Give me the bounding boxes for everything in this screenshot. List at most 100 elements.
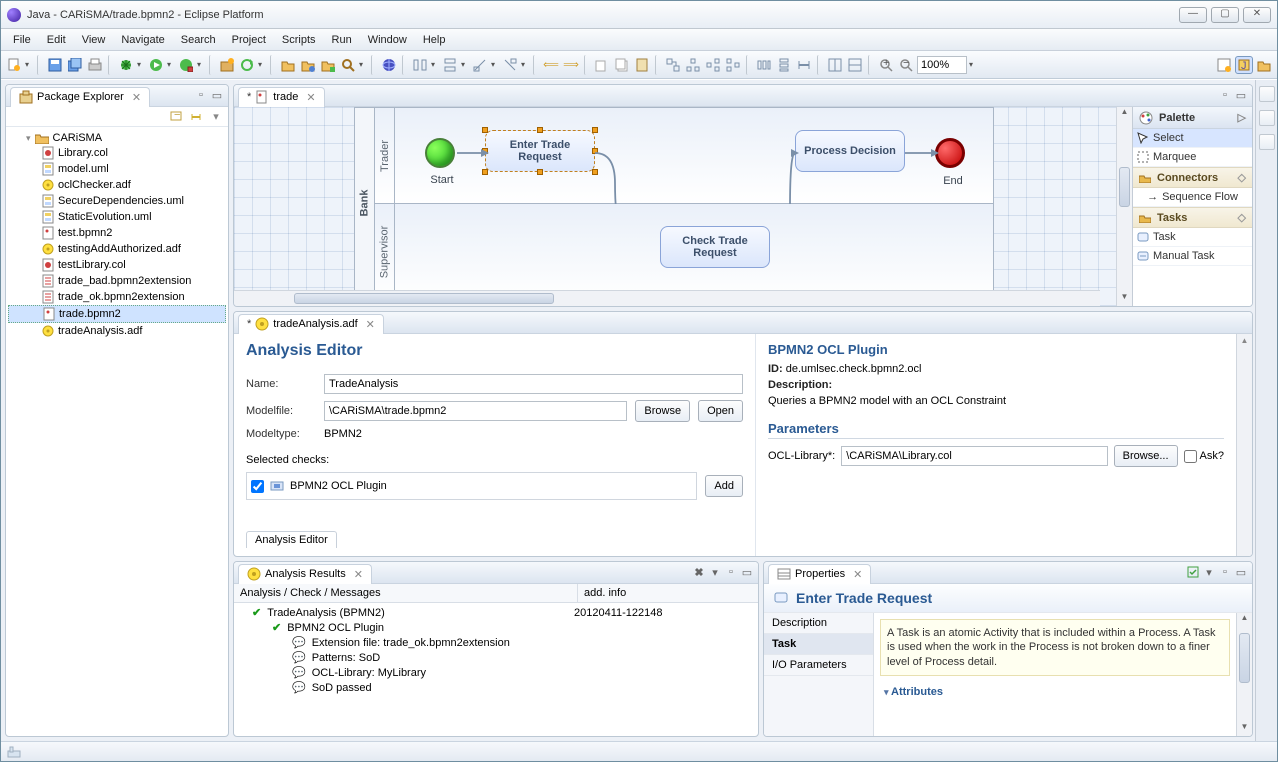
- link-editor-button[interactable]: [188, 109, 204, 125]
- analysis-results-tab[interactable]: Analysis Results ✕: [238, 564, 372, 584]
- layout-icon-4[interactable]: [724, 56, 742, 74]
- file-item[interactable]: Library.col: [8, 145, 226, 161]
- zoom-input[interactable]: [917, 56, 967, 74]
- editor-minimize[interactable]: ▫: [1218, 89, 1232, 103]
- task-process-decision[interactable]: Process Decision: [795, 130, 905, 172]
- layout-icon-1[interactable]: [664, 56, 682, 74]
- file-item[interactable]: trade.bpmn2: [8, 305, 226, 323]
- open-perspective-button[interactable]: [1215, 56, 1233, 74]
- ask-checkbox[interactable]: [1184, 450, 1197, 463]
- file-item[interactable]: test.bpmn2: [8, 225, 226, 241]
- props-tab-task[interactable]: Task: [764, 634, 873, 655]
- layout-icon-3[interactable]: [704, 56, 722, 74]
- menu-edit[interactable]: Edit: [39, 32, 74, 48]
- menu-scripts[interactable]: Scripts: [274, 32, 324, 48]
- properties-vscrollbar[interactable]: ▲▼: [1236, 613, 1252, 736]
- browse-ocl-button[interactable]: Browse...: [1114, 445, 1178, 467]
- file-item[interactable]: SecureDependencies.uml: [8, 193, 226, 209]
- grid-icon-1[interactable]: [826, 56, 844, 74]
- dist-icon-2[interactable]: [775, 56, 793, 74]
- menu-navigate[interactable]: Navigate: [113, 32, 172, 48]
- open-button[interactable]: Open: [698, 400, 743, 422]
- zoom-dropdown[interactable]: ▾: [969, 60, 977, 69]
- layout-icon-2[interactable]: [684, 56, 702, 74]
- props-tab-io[interactable]: I/O Parameters: [764, 655, 873, 676]
- palette-connectors-drawer[interactable]: Connectors ◇: [1133, 167, 1252, 188]
- diagram-vscrollbar[interactable]: ▲▼: [1116, 107, 1132, 306]
- trim-tasks-button[interactable]: [1259, 134, 1275, 150]
- browse-button[interactable]: Browse: [635, 400, 690, 422]
- project-node[interactable]: ▾ CARiSMA: [8, 131, 226, 145]
- props-tab-description[interactable]: Description: [764, 613, 873, 634]
- paste-2-button[interactable]: [633, 56, 651, 74]
- diagram-canvas[interactable]: Bank Trader Start Enter Trade Request: [234, 107, 1116, 306]
- new-package-button[interactable]: [218, 56, 236, 74]
- globe-icon[interactable]: [380, 56, 398, 74]
- run-last-button[interactable]: [177, 56, 195, 74]
- resource-perspective-button[interactable]: [1255, 56, 1273, 74]
- properties-attributes-section[interactable]: Attributes: [874, 682, 1236, 702]
- results-minimize[interactable]: ▫: [724, 566, 738, 580]
- dist-icon-1[interactable]: [755, 56, 773, 74]
- tab-close-icon[interactable]: ✕: [306, 91, 315, 104]
- menu-help[interactable]: Help: [415, 32, 454, 48]
- start-event[interactable]: Start: [425, 138, 455, 168]
- check-enabled-checkbox[interactable]: [251, 480, 264, 493]
- trim-restore-button[interactable]: [1259, 86, 1275, 102]
- diagram-hscrollbar[interactable]: [234, 290, 1100, 306]
- save-all-button[interactable]: [66, 56, 84, 74]
- props-link-button[interactable]: [1186, 566, 1200, 580]
- editor-tab-trade[interactable]: trade ✕: [238, 87, 325, 107]
- open-folder-1[interactable]: [279, 56, 297, 74]
- props-minimize[interactable]: ▫: [1218, 566, 1232, 580]
- palette-manual-task[interactable]: Manual Task: [1133, 247, 1252, 266]
- file-item[interactable]: trade_bad.bpmn2extension: [8, 273, 226, 289]
- view-maximize[interactable]: ▭: [210, 89, 224, 103]
- palette-task[interactable]: Task: [1133, 228, 1252, 247]
- java-perspective-button[interactable]: J: [1235, 56, 1253, 74]
- pool-bank[interactable]: Bank Trader Start Enter Trade Request: [354, 107, 994, 299]
- tab-close-icon[interactable]: ✕: [132, 91, 141, 104]
- properties-tab[interactable]: Properties ✕: [768, 564, 871, 584]
- save-button[interactable]: [46, 56, 64, 74]
- props-maximize[interactable]: ▭: [1234, 566, 1248, 580]
- align-icon-1[interactable]: [411, 56, 429, 74]
- editor-maximize[interactable]: ▭: [1234, 89, 1248, 103]
- print-button[interactable]: [86, 56, 104, 74]
- align-icon-3[interactable]: [471, 56, 489, 74]
- zoom-out-button[interactable]: −: [897, 56, 915, 74]
- props-menu[interactable]: ▾: [1202, 566, 1216, 580]
- menu-window[interactable]: Window: [360, 32, 415, 48]
- palette-tasks-drawer[interactable]: Tasks ◇: [1133, 207, 1252, 228]
- clear-results-button[interactable]: ✖: [692, 566, 706, 580]
- ocl-library-input[interactable]: [841, 446, 1107, 466]
- modelfile-input[interactable]: [324, 401, 627, 421]
- results-maximize[interactable]: ▭: [740, 566, 754, 580]
- minimize-button[interactable]: —: [1179, 7, 1207, 23]
- open-folder-3[interactable]: [319, 56, 337, 74]
- pin-icon[interactable]: ◇: [1238, 171, 1246, 184]
- palette-collapse-icon[interactable]: ▷: [1238, 111, 1246, 124]
- maximize-button[interactable]: ▢: [1211, 7, 1239, 23]
- forward-button[interactable]: ⟹: [562, 56, 580, 74]
- open-folder-2[interactable]: [299, 56, 317, 74]
- results-tree[interactable]: ✔TradeAnalysis (BPMN2)20120411-122148 ✔B…: [234, 603, 758, 697]
- analysis-editor-tab[interactable]: tradeAnalysis.adf ✕: [238, 314, 384, 334]
- expand-icon[interactable]: ▾: [26, 133, 31, 144]
- zoom-in-button[interactable]: +: [877, 56, 895, 74]
- tab-close-icon[interactable]: ✕: [354, 568, 363, 581]
- pin-icon[interactable]: ◇: [1238, 211, 1246, 224]
- package-explorer-tab[interactable]: Package Explorer ✕: [10, 87, 150, 107]
- debug-button[interactable]: [117, 56, 135, 74]
- checks-list[interactable]: BPMN2 OCL Plugin: [246, 472, 697, 500]
- task-enter-trade[interactable]: Enter Trade Request: [485, 130, 595, 172]
- file-item[interactable]: StaticEvolution.uml: [8, 209, 226, 225]
- run-button[interactable]: [147, 56, 165, 74]
- dist-icon-3[interactable]: [795, 56, 813, 74]
- view-minimize[interactable]: ▫: [194, 89, 208, 103]
- add-button[interactable]: Add: [705, 475, 743, 497]
- paste-button[interactable]: [613, 56, 631, 74]
- results-menu[interactable]: ▾: [708, 566, 722, 580]
- analysis-editor-footer-tab[interactable]: Analysis Editor: [246, 531, 337, 548]
- file-item[interactable]: tradeAnalysis.adf: [8, 323, 226, 339]
